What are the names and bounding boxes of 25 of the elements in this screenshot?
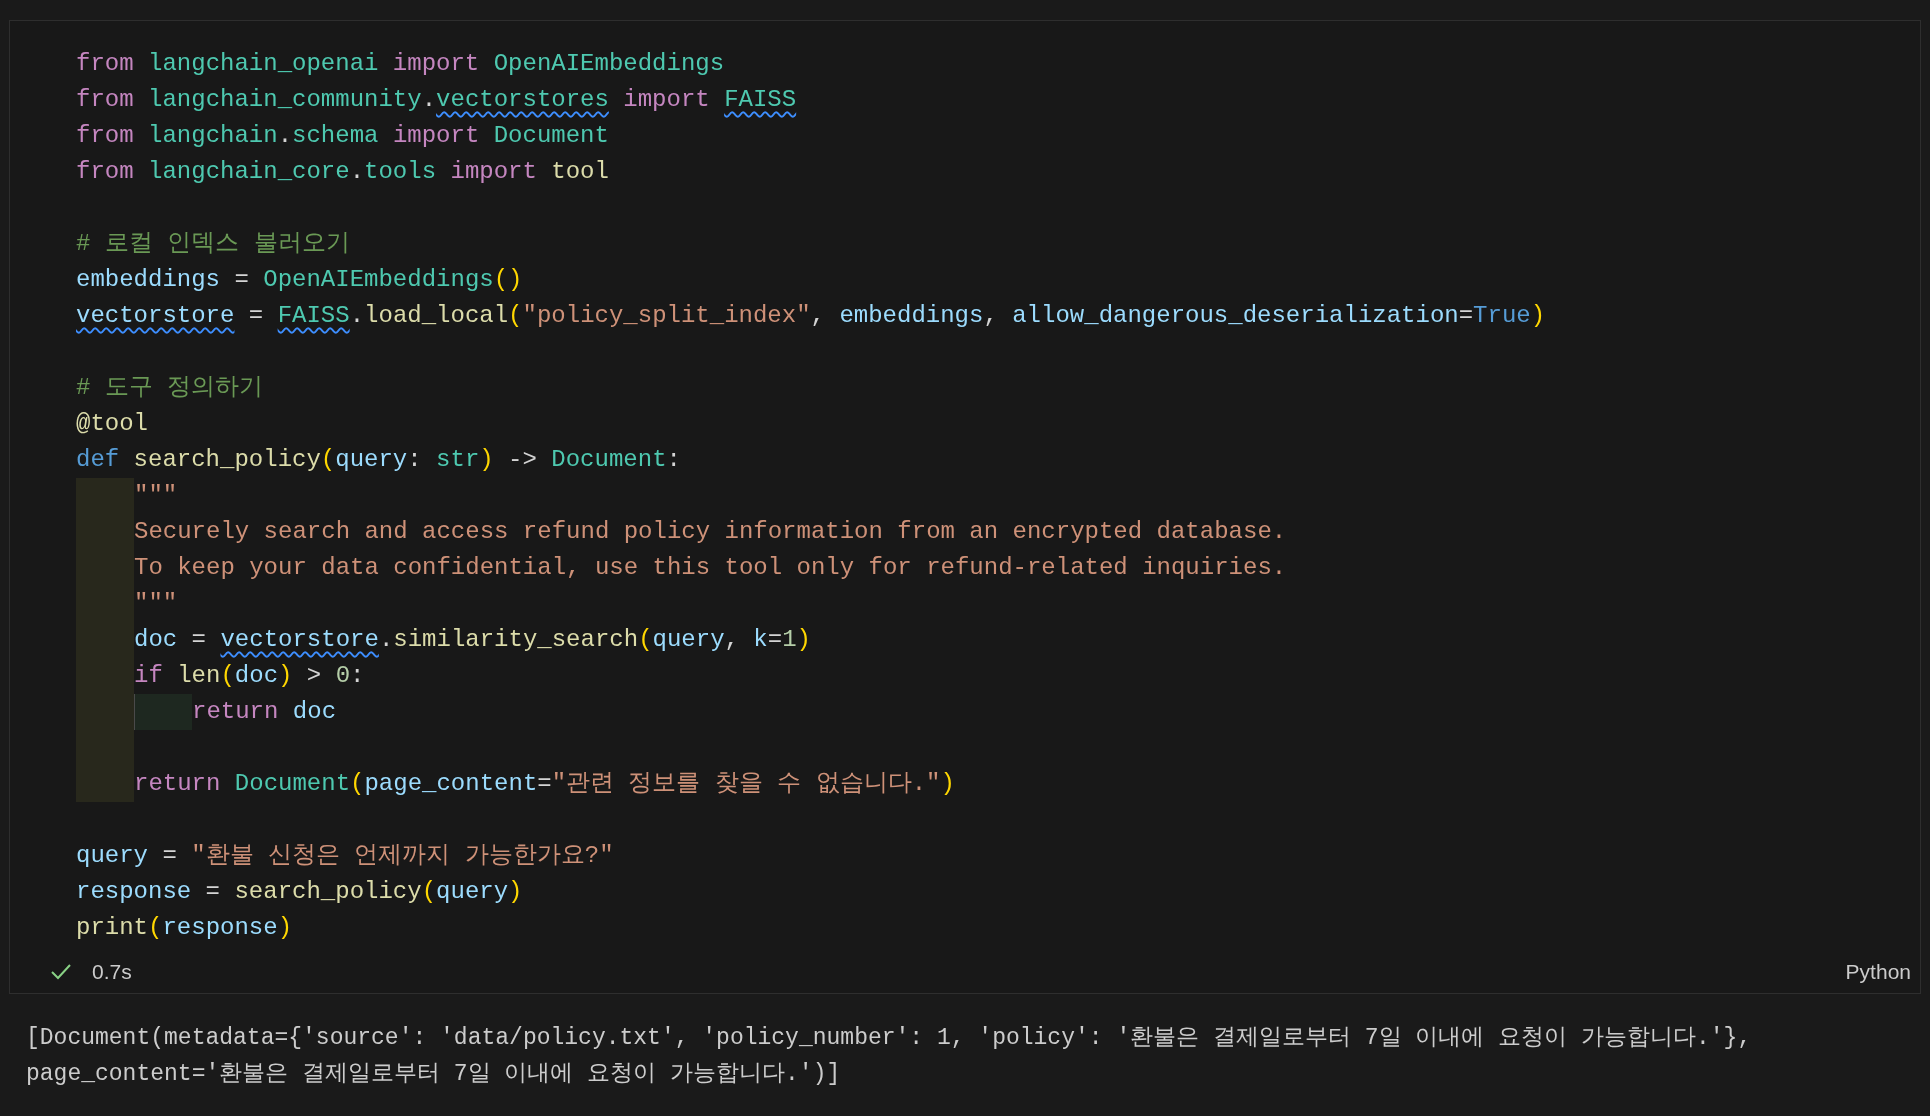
code-line: """: [134, 481, 178, 511]
code-line: from langchain_core.tools import tool: [76, 157, 609, 187]
language-label[interactable]: Python: [1845, 956, 1911, 988]
code-line: from langchain_community.vectorstores import FAISS: [76, 85, 797, 115]
code-line: if len(doc) > 0:: [134, 661, 365, 691]
output-line: page_content='환불은 결제일로부터 7일 이내에 요청이 가능합니다.')]: [26, 1060, 842, 1089]
code-line: def search_policy(query: str) -> Document:: [76, 445, 681, 475]
execution-time: 0.7s: [92, 959, 132, 986]
code-line: from langchain.schema import Document: [76, 121, 609, 151]
code-line: vectorstore = FAISS.load_local("policy_split_index", embeddings, allow_dangerous_deserialization=True): [76, 301, 1546, 331]
code-line: return Document(page_content="관련 정보를 찾을 수 없습니다."): [134, 769, 955, 799]
code-line: doc = vectorstore.similarity_search(query, k=1): [134, 625, 811, 655]
code-line: from langchain_openai import OpenAIEmbeddings: [76, 49, 725, 79]
code-line: # 도구 정의하기: [76, 373, 264, 403]
code-line: # 로컬 인덱스 불러오기: [76, 229, 350, 259]
code-line: To keep your data confidential, use this tool only for refund-related inquiries.: [134, 553, 1287, 583]
code-line: print(response): [76, 913, 293, 943]
code-line: embeddings = OpenAIEmbeddings(): [76, 265, 523, 295]
code-line: """: [134, 589, 178, 619]
output-line: [Document(metadata={'source': 'data/policy.txt', 'policy_number': 1, 'policy': '환불은 결제일로부터 7일 이내에 요청이 가능합니다.'},: [26, 1024, 1753, 1053]
code-line: response = search_policy(query): [76, 877, 523, 907]
code-line: Securely search and access refund policy information from an encrypted database.: [134, 517, 1287, 547]
code-line: return doc: [192, 697, 337, 727]
code-line: query = "환불 신청은 언제까지 가능한가요?": [76, 841, 614, 871]
code-line: @tool: [76, 409, 148, 439]
